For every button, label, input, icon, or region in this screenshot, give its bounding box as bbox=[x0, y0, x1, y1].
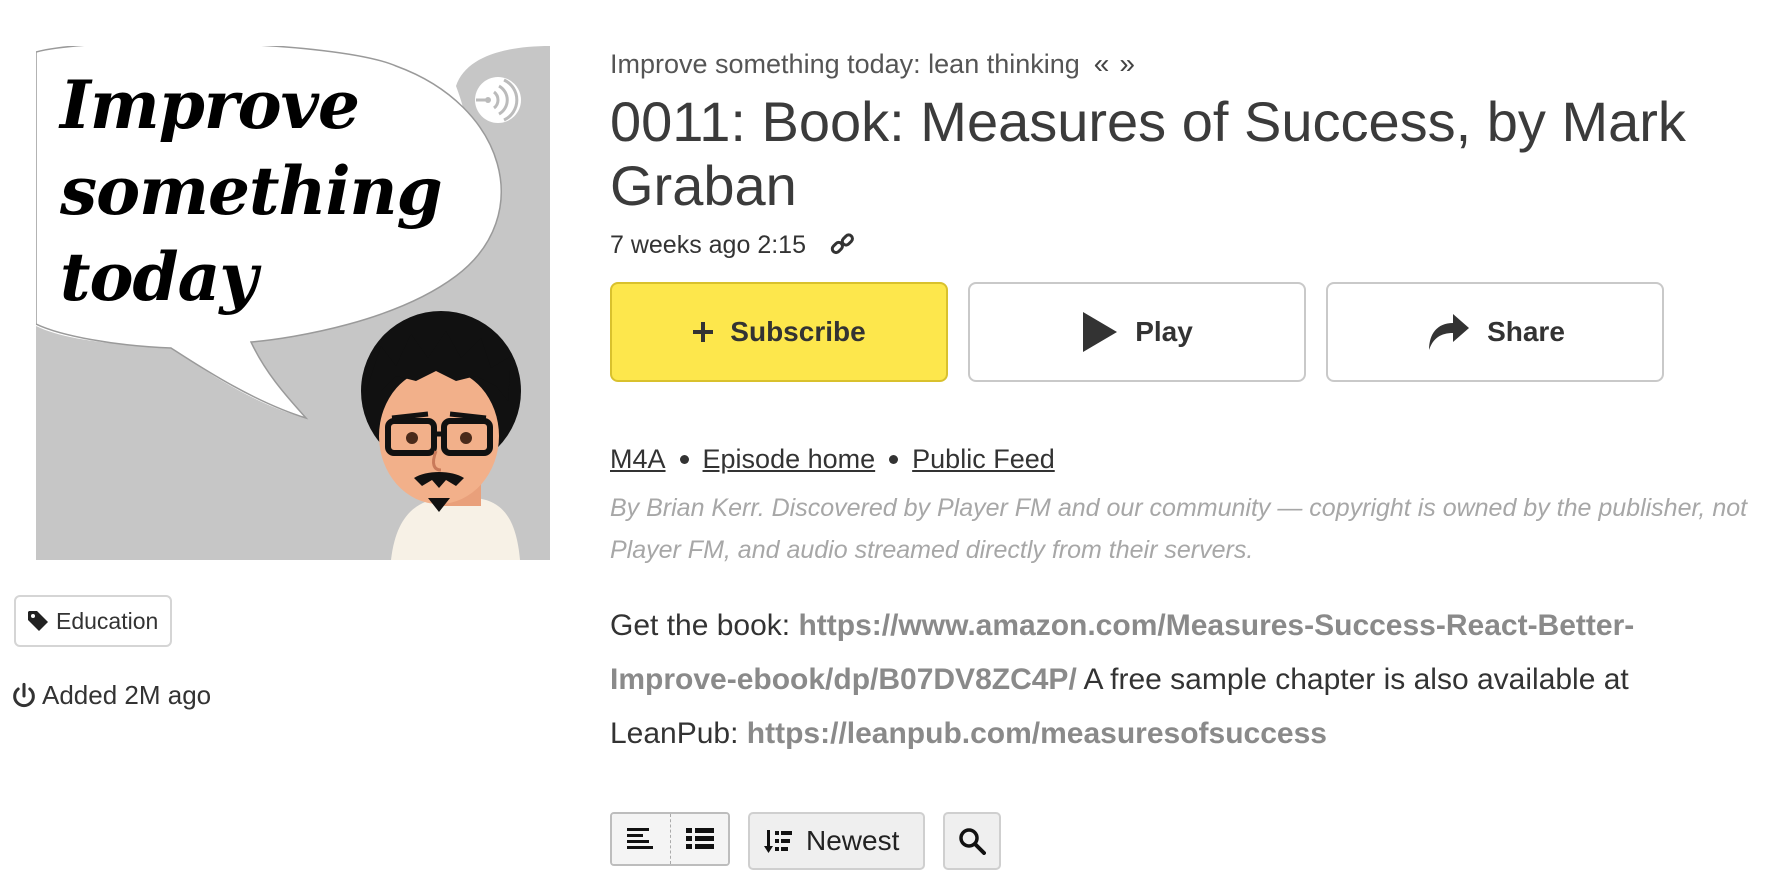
episode-home-link[interactable]: Episode home bbox=[703, 444, 876, 475]
sort-icon bbox=[764, 830, 792, 853]
tag-icon bbox=[28, 611, 48, 631]
leanpub-link[interactable]: https://leanpub.com/measuresofsuccess bbox=[747, 717, 1327, 750]
episode-list-toolbar: Newest bbox=[610, 812, 1002, 870]
category-tag[interactable]: Education bbox=[14, 595, 173, 647]
plus-icon bbox=[693, 322, 714, 342]
copyright-disclaimer: By Brian Kerr. Discovered by Player FM a… bbox=[610, 494, 1748, 564]
sort-button[interactable]: Newest bbox=[748, 812, 926, 870]
description-intro: Get the book: bbox=[610, 609, 799, 642]
list-view-button[interactable] bbox=[670, 814, 728, 864]
share-label: Share bbox=[1487, 316, 1565, 347]
compact-view-icon bbox=[627, 828, 653, 849]
format-link[interactable]: M4A bbox=[610, 444, 666, 475]
episode-description: Get the book: https://www.amazon.com/Mea… bbox=[610, 599, 1720, 761]
category-label: Education bbox=[56, 607, 159, 634]
artwork-title: Improve something today bbox=[60, 66, 443, 316]
series-row: Improve something today: lean thinking «… bbox=[610, 44, 1770, 84]
episode-title: 0011: Book: Measures of Success, by Mark… bbox=[610, 90, 1686, 217]
play-icon bbox=[1083, 312, 1118, 352]
previous-episode-button[interactable]: « bbox=[1094, 48, 1110, 80]
share-button[interactable]: Share bbox=[1326, 282, 1664, 382]
action-buttons: Subscribe Play Share bbox=[610, 282, 1770, 382]
episode-duration: 2:15 bbox=[757, 230, 806, 259]
next-episode-button[interactable]: » bbox=[1119, 48, 1135, 80]
subscribe-button[interactable]: Subscribe bbox=[610, 282, 948, 382]
added-status: Added 2M ago bbox=[10, 680, 211, 711]
added-label: Added 2M ago bbox=[42, 680, 212, 710]
public-feed-link[interactable]: Public Feed bbox=[912, 444, 1055, 475]
episode-meta: 7 weeks ago 2:15 bbox=[610, 230, 1770, 260]
podcast-artwork[interactable]: Improve something today bbox=[36, 46, 550, 560]
series-nav: « » bbox=[1094, 48, 1135, 80]
play-button[interactable]: Play bbox=[968, 282, 1306, 382]
link-icon[interactable] bbox=[828, 230, 858, 260]
search-button[interactable] bbox=[943, 812, 1002, 870]
play-label: Play bbox=[1135, 316, 1193, 347]
power-icon bbox=[13, 682, 35, 707]
sort-label: Newest bbox=[806, 825, 900, 856]
separator-dot bbox=[679, 455, 689, 464]
share-icon bbox=[1429, 314, 1470, 350]
episode-links: M4A Episode home Public Feed bbox=[610, 444, 1770, 475]
episode-page: Improve something today Education Added … bbox=[0, 0, 1782, 878]
series-title-link[interactable]: Improve something today: lean thinking bbox=[610, 49, 1080, 80]
search-icon bbox=[959, 828, 987, 855]
episode-meta-text: 7 weeks ago 2:15 bbox=[610, 231, 806, 260]
episode-age: 7 weeks ago bbox=[610, 230, 751, 259]
episode-details: Improve something today: lean thinking «… bbox=[610, 44, 1770, 761]
view-toggle bbox=[610, 812, 730, 866]
list-view-icon bbox=[685, 828, 714, 849]
subscribe-label: Subscribe bbox=[730, 316, 866, 347]
separator-dot bbox=[889, 455, 899, 464]
compact-view-button[interactable] bbox=[612, 814, 670, 864]
